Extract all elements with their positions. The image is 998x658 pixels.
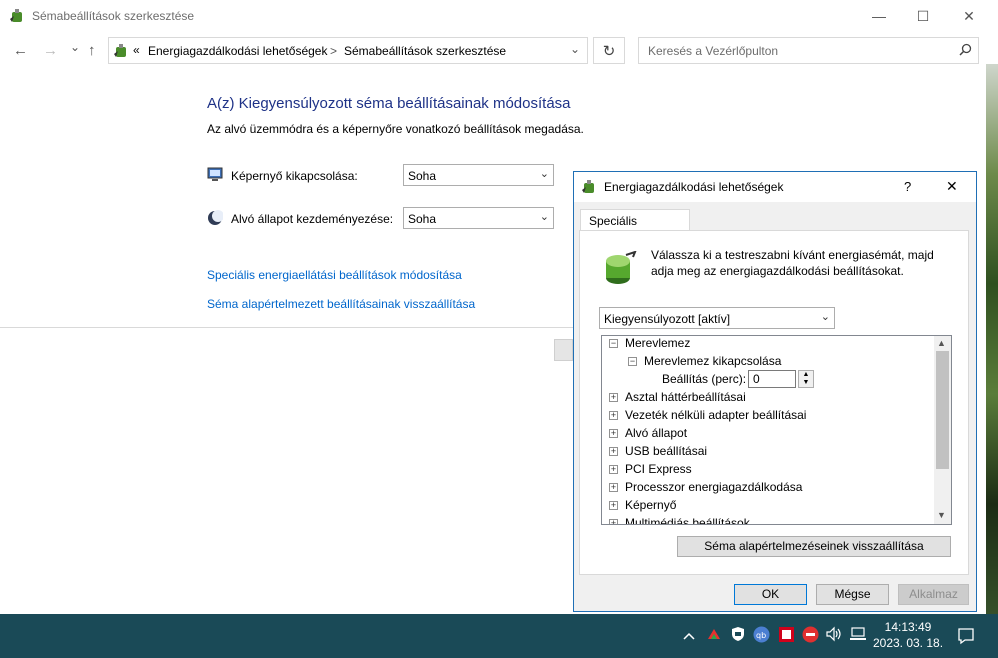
refresh-button[interactable]: ↻ (593, 37, 625, 64)
app-icon[interactable] (778, 626, 795, 646)
tree-item-hard-disk-off[interactable]: − Merevlemez kikapcsolása (628, 352, 781, 370)
scroll-up-icon[interactable]: ▲ (937, 338, 946, 348)
recent-locations-button[interactable]: ⌄ (70, 40, 80, 54)
search-box[interactable]: Keresés a Vezérlőpulton (638, 37, 979, 64)
clock-time: 14:13:49 (884, 620, 932, 634)
close-button[interactable]: ✕ (946, 0, 992, 32)
page-title: A(z) Kiegyensúlyozott séma beállításaina… (207, 95, 571, 112)
search-input[interactable]: Keresés a Vezérlőpulton (648, 44, 778, 58)
dialog-title-bar: Energiagazdálkodási lehetőségek ? ✕ (574, 172, 976, 202)
moon-icon (207, 210, 224, 229)
collapse-icon[interactable]: − (628, 357, 637, 367)
settings-tree[interactable]: − Merevlemez − Merevlemez kikapcsolása Beá… (601, 335, 952, 525)
expand-icon[interactable]: + (609, 411, 618, 421)
expand-icon[interactable]: + (609, 447, 618, 457)
expand-icon[interactable]: + (609, 501, 618, 511)
tree-item-hard-disk[interactable]: − Merevlemez (609, 336, 690, 352)
title-bar: Sémabeállítások szerkesztése — ☐ ✕ (0, 0, 998, 32)
power-scheme-value: Kiegyensúlyozott [aktív] (604, 312, 731, 326)
save-changes-button[interactable] (554, 339, 573, 361)
expand-icon[interactable]: + (609, 393, 618, 403)
battery-plug-icon (602, 250, 638, 290)
chevron-down-icon: ⌄ (539, 211, 549, 223)
chevron-down-icon: ⌄ (539, 168, 549, 180)
tree-item[interactable]: + Képernyő (609, 496, 676, 514)
app-icon[interactable] (802, 626, 819, 646)
tree-item[interactable]: + Vezeték nélküli adapter beállításai (609, 406, 806, 424)
chevron-down-icon: ⌄ (820, 311, 830, 323)
forward-button[interactable]: → (43, 42, 58, 59)
cancel-button[interactable]: Mégse (816, 584, 889, 605)
volume-icon[interactable] (825, 626, 843, 645)
dialog-title: Energiagazdálkodási lehetőségek (604, 180, 784, 194)
clock-date: 2023. 03. 18. (872, 636, 944, 650)
tree-item[interactable]: + Asztal háttérbeállításai (609, 388, 746, 406)
qb-icon[interactable]: qb (753, 626, 770, 646)
chevron-up-icon[interactable] (683, 628, 695, 644)
expand-icon[interactable]: + (609, 465, 618, 475)
tree-item[interactable]: + PCI Express (609, 460, 692, 478)
minutes-stepper[interactable]: ▲ ▼ (798, 370, 814, 388)
expand-icon[interactable]: + (609, 519, 618, 524)
dialog-description: Válassza ki a testreszabni kívánt energi… (651, 248, 934, 278)
power-options-dialog: Energiagazdálkodási lehetőségek ? ✕ Spec… (573, 171, 977, 612)
breadcrumb-separator: > (330, 44, 338, 58)
minutes-input[interactable]: 0 (748, 370, 796, 388)
scroll-down-icon[interactable]: ▼ (937, 510, 946, 520)
expand-icon[interactable]: + (609, 483, 618, 493)
minimize-button[interactable]: — (856, 0, 902, 32)
restore-plan-defaults-button[interactable]: Séma alapértelmezéseinek visszaállítása (677, 536, 951, 557)
system-clock[interactable]: 14:13:49 2023. 03. 18. (866, 619, 950, 651)
address-bar[interactable]: « Energiagazdálkodási lehetőségek > Séma… (108, 37, 588, 64)
help-button[interactable]: ? (904, 179, 911, 194)
taskbar: qb 14:13:49 2023. 03. 18. (0, 614, 998, 658)
breadcrumb-power-options[interactable]: Energiagazdálkodási lehetőségek (148, 44, 327, 58)
display-off-label: Képernyő kikapcsolása: (231, 169, 358, 183)
display-off-select[interactable]: Soha ⌄ (403, 164, 554, 186)
dialog-close-button[interactable]: ✕ (946, 178, 958, 195)
scrollbar-thumb[interactable] (936, 351, 949, 469)
divider (0, 327, 573, 328)
refresh-icon: ↻ (602, 42, 616, 60)
network-icon[interactable] (849, 626, 867, 645)
search-icon (959, 43, 972, 59)
app-icon[interactable] (706, 626, 722, 645)
tree-item[interactable]: + Alvó állapot (609, 424, 687, 442)
svg-text:qb: qb (756, 631, 766, 640)
page-subtitle: Az alvó üzemmódra és a képernyőre vonatk… (207, 122, 584, 136)
minutes-value: 0 (753, 372, 760, 386)
maximize-button[interactable]: ☐ (900, 0, 946, 32)
tree-item[interactable]: + Multimédiás beállítások (609, 514, 750, 524)
tree-scrollbar[interactable]: ▲ ▼ (934, 336, 951, 524)
monitor-icon (207, 166, 223, 185)
sleep-select[interactable]: Soha ⌄ (403, 207, 554, 229)
breadcrumb-overflow[interactable]: « (133, 43, 140, 57)
tree-item[interactable]: + USB beállításai (609, 442, 707, 460)
back-button[interactable]: ← (13, 42, 28, 59)
power-options-icon (9, 7, 27, 28)
window-title: Sémabeállítások szerkesztése (32, 9, 195, 23)
control-panel-icon (113, 42, 131, 63)
tree-item[interactable]: + Processzor energiagazdálkodása (609, 478, 802, 496)
sleep-label: Alvó állapot kezdeményezése: (231, 212, 394, 226)
notification-icon[interactable] (957, 627, 975, 648)
sleep-value: Soha (408, 212, 437, 226)
expand-icon[interactable]: + (609, 429, 618, 439)
power-scheme-select[interactable]: Kiegyensúlyozott [aktív] ⌄ (599, 307, 835, 329)
collapse-icon[interactable]: − (609, 339, 618, 349)
display-off-value: Soha (408, 169, 437, 183)
desktop-background (986, 64, 998, 614)
tab-panel: Válassza ki a testreszabni kívánt energi… (579, 230, 969, 575)
ok-button[interactable]: OK (734, 584, 807, 605)
advanced-settings-link[interactable]: Speciális energiaellátási beállítások mó… (207, 268, 462, 282)
address-dropdown-button[interactable]: ⌄ (570, 42, 580, 56)
tab-advanced-settings[interactable]: Speciális beállítások (580, 209, 690, 242)
restore-defaults-link[interactable]: Séma alapértelmezett beállításainak viss… (207, 297, 475, 311)
up-button[interactable]: ↑ (88, 42, 96, 59)
shield-icon[interactable] (730, 626, 746, 645)
apply-button[interactable]: Alkalmaz (898, 584, 969, 605)
power-options-icon (581, 178, 599, 199)
breadcrumb-edit-plan[interactable]: Sémabeállítások szerkesztése (344, 44, 506, 58)
setting-minutes-label: Beállítás (perc): (662, 372, 747, 386)
